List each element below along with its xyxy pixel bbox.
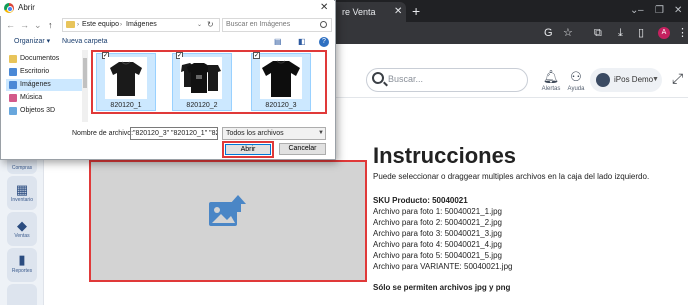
chevron-down-icon: ▼ bbox=[652, 76, 659, 83]
sidebar-item-more[interactable] bbox=[7, 284, 37, 305]
chevron-right-icon: › bbox=[120, 22, 122, 28]
file-instruction: Archivo para foto 2: 50040021_2.jpg bbox=[373, 218, 502, 227]
search-icon bbox=[320, 21, 327, 28]
view-options-icon[interactable]: ▤ bbox=[274, 37, 282, 47]
more-menu-icon[interactable]: ⋮ bbox=[677, 24, 688, 42]
star-icon[interactable]: ☆ bbox=[563, 24, 573, 42]
tree-item-documentos[interactable]: Documentos bbox=[6, 53, 82, 65]
breadcrumb-item[interactable]: Este equipo bbox=[82, 18, 119, 32]
dialog-search-placeholder: Buscar en Imágenes bbox=[226, 21, 291, 28]
tshirt-group-thumbnail bbox=[180, 57, 222, 99]
close-icon[interactable]: ✕ bbox=[320, 2, 328, 14]
tree-item-musica[interactable]: Música bbox=[6, 92, 82, 104]
cube-folder-icon bbox=[9, 107, 17, 115]
close-icon[interactable]: ✕ bbox=[394, 3, 402, 21]
new-folder-button[interactable]: Nueva carpeta bbox=[62, 37, 108, 47]
scrollbar-thumb[interactable] bbox=[83, 58, 87, 88]
user-name: iPos Demo bbox=[614, 75, 654, 84]
cancel-button[interactable]: Cancelar bbox=[279, 143, 326, 155]
fullscreen-icon[interactable]: ⤢ bbox=[672, 70, 683, 86]
pictures-folder-icon bbox=[9, 81, 17, 89]
download-icon[interactable]: ⤓ bbox=[618, 24, 623, 42]
image-upload-icon bbox=[209, 195, 246, 226]
file-name: 820120_1 bbox=[110, 102, 142, 109]
file-instruction: Archivo para foto 4: 50040021_4.jpg bbox=[373, 240, 502, 249]
up-arrow-icon[interactable]: ↑ bbox=[48, 18, 53, 32]
file-instruction: Archivo para foto 1: 50040021_1.jpg bbox=[373, 207, 502, 216]
file-name: 820120_3 bbox=[265, 102, 297, 109]
side-panel-icon[interactable]: ▯ bbox=[638, 24, 644, 42]
sidebar-item-label: Ventas bbox=[14, 233, 30, 239]
bell-icon[interactable]: 🔔︎ bbox=[541, 70, 561, 84]
file-instruction: Archivo para VARIANTE: 50040021.jpg bbox=[373, 262, 513, 271]
sku-label: SKU Producto: 50040021 bbox=[373, 196, 468, 205]
tab-title: re Venta bbox=[342, 7, 376, 17]
grid-icon: ▦ bbox=[15, 182, 29, 197]
dialog-title: Abrir bbox=[18, 3, 35, 12]
dialog-titlebar bbox=[0, 0, 334, 16]
back-arrow-icon[interactable]: ← bbox=[6, 18, 15, 32]
tree-item-objetos-3d[interactable]: Objetos 3D bbox=[6, 105, 82, 117]
tree-item-label: Imágenes bbox=[20, 81, 51, 88]
document-folder-icon bbox=[9, 55, 17, 63]
bar-chart-icon: ▮ bbox=[18, 252, 26, 267]
filename-label: Nombre de archivo: bbox=[72, 130, 134, 137]
file-instruction: Archivo para foto 5: 50040021_5.jpg bbox=[373, 251, 502, 260]
forward-arrow-icon[interactable]: → bbox=[20, 18, 29, 32]
user-avatar bbox=[596, 73, 610, 87]
chevron-right-icon: › bbox=[77, 22, 79, 28]
tag-icon: ◆ bbox=[17, 218, 27, 233]
sidebar-item-label: Compras bbox=[11, 165, 33, 171]
page-title: Instrucciones bbox=[373, 143, 517, 168]
tree-item-label: Objetos 3D bbox=[20, 107, 56, 114]
sidebar-item-label: Inventario bbox=[11, 197, 33, 203]
tree-item-imagenes[interactable]: Imágenes bbox=[6, 79, 82, 91]
refresh-icon[interactable]: ↻ bbox=[207, 18, 214, 32]
help-icon[interactable]: ⚇ bbox=[566, 70, 586, 84]
tree-item-label: Música bbox=[20, 94, 43, 101]
minimize-button[interactable]: – bbox=[638, 2, 644, 20]
chrome-logo-icon bbox=[4, 3, 14, 13]
breadcrumb-item[interactable]: Imágenes bbox=[126, 18, 157, 32]
google-lens-icon[interactable]: G bbox=[544, 24, 553, 42]
chevron-down-icon[interactable]: ⌄ bbox=[197, 18, 202, 32]
chevron-down-icon[interactable]: ⌄ bbox=[34, 18, 42, 32]
profile-avatar[interactable]: A bbox=[658, 27, 670, 39]
help-label: Ayuda bbox=[567, 86, 585, 92]
sidebar-item-label: Reportes bbox=[11, 268, 33, 274]
tshirt-thumbnail bbox=[260, 57, 302, 99]
tree-item-label: Documentos bbox=[20, 55, 60, 62]
tshirt-thumbnail bbox=[105, 57, 147, 99]
file-name: 820120_2 bbox=[186, 102, 218, 109]
music-folder-icon bbox=[9, 94, 17, 102]
restore-button[interactable]: ❐ bbox=[655, 2, 664, 20]
file-instruction: Archivo para foto 3: 50040021_3.jpg bbox=[373, 229, 502, 238]
open-button[interactable]: Abrir bbox=[225, 144, 271, 155]
extensions-icon[interactable]: ⧉ bbox=[594, 24, 602, 42]
tree-item-escritorio[interactable]: Escritorio bbox=[6, 66, 82, 78]
filename-input[interactable]: "820120_3" "820120_1" "82 bbox=[130, 127, 218, 140]
new-tab-button[interactable]: + bbox=[412, 2, 420, 20]
search-icon bbox=[372, 72, 384, 84]
help-icon[interactable]: ? bbox=[319, 37, 329, 47]
preview-pane-icon[interactable]: ◧ bbox=[298, 37, 306, 47]
search-placeholder: Buscar... bbox=[388, 74, 424, 84]
format-note: Sólo se permiten archivos jpg y png bbox=[373, 283, 511, 292]
organize-menu[interactable]: Organizar ▾ bbox=[14, 37, 50, 47]
chevron-down-icon: ▼ bbox=[318, 130, 324, 136]
folder-icon bbox=[66, 21, 75, 28]
file-checkbox[interactable]: ✓ bbox=[253, 52, 260, 59]
tree-item-label: Escritorio bbox=[20, 68, 50, 75]
window-close-button[interactable]: ✕ bbox=[674, 2, 682, 20]
desktop-folder-icon bbox=[9, 68, 17, 76]
file-type-select[interactable]: Todos los archivos bbox=[222, 127, 326, 140]
instructions-intro: Puede seleccionar o draggear multiples a… bbox=[373, 172, 650, 181]
